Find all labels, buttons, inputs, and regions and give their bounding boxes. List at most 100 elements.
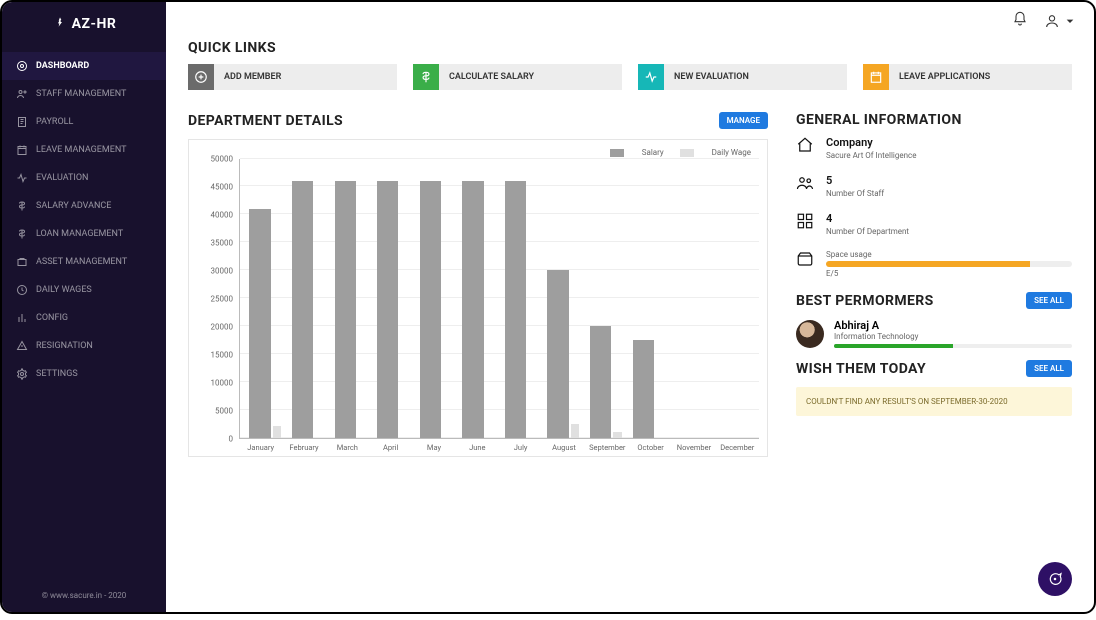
bar-salary	[292, 181, 313, 438]
x-label: January	[239, 439, 282, 452]
profile-icon[interactable]	[1044, 13, 1078, 29]
nav-label: RESIGNATION	[36, 341, 93, 351]
y-tick: 0	[229, 434, 234, 443]
nav-icon	[16, 88, 28, 100]
staff-count: 5	[826, 174, 884, 187]
nav-icon	[16, 172, 28, 184]
bar-group	[542, 159, 585, 438]
avatar	[796, 320, 824, 348]
bar-salary	[462, 181, 483, 438]
space-usage: E/5	[826, 269, 1072, 278]
sidebar-footer: © www.sacure.in - 2020	[2, 583, 166, 612]
bar-salary	[590, 326, 611, 438]
x-label: August	[542, 439, 585, 452]
sidebar-item-dashboard[interactable]: DASHBOARD	[2, 52, 166, 80]
sidebar-item-loan-management[interactable]: LOAN MANAGEMENT	[2, 220, 166, 248]
sidebar-item-daily-wages[interactable]: DAILY WAGES	[2, 276, 166, 304]
x-label: May	[412, 439, 455, 452]
x-label: November	[672, 439, 715, 452]
nav-icon	[16, 144, 28, 156]
nav-icon	[16, 116, 28, 128]
nav-icon	[16, 228, 28, 240]
nav-label: STAFF MANAGEMENT	[36, 89, 126, 99]
nav-icon	[16, 312, 28, 324]
x-label: April	[369, 439, 412, 452]
bar-group	[244, 159, 287, 438]
topbar	[166, 2, 1094, 40]
nav-label: SALARY ADVANCE	[36, 201, 111, 211]
wish-alert: COULDN'T FIND ANY RESULT'S ON SEPTEMBER-…	[796, 387, 1072, 416]
bar-daily-wage	[273, 426, 282, 437]
sidebar-item-staff-management[interactable]: STAFF MANAGEMENT	[2, 80, 166, 108]
see-all-performers-button[interactable]: SEE ALL	[1026, 292, 1072, 309]
quick-link-label: NEW EVALUATION	[664, 72, 749, 82]
info-staff: 5 Number Of Staff	[796, 174, 1072, 198]
nav-icon	[16, 256, 28, 268]
y-tick: 25000	[211, 294, 233, 303]
notification-icon[interactable]	[1012, 11, 1028, 31]
quick-link-label: LEAVE APPLICATIONS	[889, 72, 990, 82]
quick-link-calculate-salary[interactable]: CALCULATE SALARY	[413, 64, 622, 90]
legend-salary: Salary	[642, 148, 664, 157]
sidebar-item-leave-management[interactable]: LEAVE MANAGEMENT	[2, 136, 166, 164]
y-tick: 30000	[211, 266, 233, 275]
quick-links-title: QUICK LINKS	[188, 40, 1072, 56]
info-company: Company Sacure Art Of Intelligence	[796, 136, 1072, 160]
nav-label: PAYROLL	[36, 117, 73, 127]
x-label: July	[499, 439, 542, 452]
quick-link-icon	[638, 64, 664, 90]
sidebar-item-evaluation[interactable]: EVALUATION	[2, 164, 166, 192]
bar-group	[457, 159, 500, 438]
bar-group	[287, 159, 330, 438]
home-icon	[796, 136, 814, 154]
bar-salary	[335, 181, 356, 438]
sidebar-item-asset-management[interactable]: ASSET MANAGEMENT	[2, 248, 166, 276]
bar-salary	[633, 340, 654, 438]
nav-label: DAILY WAGES	[36, 285, 92, 295]
x-label: March	[326, 439, 369, 452]
sidebar-item-payroll[interactable]: PAYROLL	[2, 108, 166, 136]
bar-salary	[420, 181, 441, 438]
quick-link-new-evaluation[interactable]: NEW EVALUATION	[638, 64, 847, 90]
performer-progress	[834, 344, 1072, 348]
y-tick: 40000	[211, 210, 233, 219]
wish-today-title: WISH THEM TODAY	[796, 361, 926, 377]
bar-salary	[505, 181, 526, 438]
sidebar-item-config[interactable]: CONFIG	[2, 304, 166, 332]
space-label: Space usage	[826, 250, 1072, 259]
see-all-wish-button[interactable]: SEE ALL	[1026, 360, 1072, 377]
nav-icon	[16, 340, 28, 352]
manage-button[interactable]: MANAGE	[719, 112, 768, 129]
quick-link-add-member[interactable]: ADD MEMBER	[188, 64, 397, 90]
dept-count: 4	[826, 212, 909, 225]
nav-label: SETTINGS	[36, 369, 78, 379]
nav-icon	[16, 368, 28, 380]
performer-row: Abhiraj AInformation Technology	[796, 319, 1072, 348]
sidebar-item-resignation[interactable]: RESIGNATION	[2, 332, 166, 360]
sidebar-item-salary-advance[interactable]: SALARY ADVANCE	[2, 192, 166, 220]
quick-link-icon	[188, 64, 214, 90]
y-tick: 10000	[211, 378, 233, 387]
x-label: October	[629, 439, 672, 452]
y-tick: 5000	[215, 406, 233, 415]
nav-icon	[16, 60, 28, 72]
bar-group	[499, 159, 542, 438]
chat-fab[interactable]	[1038, 562, 1072, 596]
bar-group	[627, 159, 670, 438]
bar-group	[670, 159, 713, 438]
nav-label: LOAN MANAGEMENT	[36, 229, 123, 239]
sidebar-item-settings[interactable]: SETTINGS	[2, 360, 166, 388]
info-space: Space usage E/5	[796, 250, 1072, 278]
info-departments: 4 Number Of Department	[796, 212, 1072, 236]
sidebar: AZ-HR DASHBOARDSTAFF MANAGEMENTPAYROLLLE…	[2, 2, 166, 612]
legend-daily-wage: Daily Wage	[712, 148, 751, 157]
dept-label: Number Of Department	[826, 227, 909, 236]
bar-group	[585, 159, 628, 438]
nav-label: DASHBOARD	[36, 61, 89, 71]
y-tick: 35000	[211, 238, 233, 247]
space-progress	[826, 261, 1072, 267]
quick-link-leave-applications[interactable]: LEAVE APPLICATIONS	[863, 64, 1072, 90]
general-info-title: GENERAL INFORMATION	[796, 112, 1072, 128]
nav-icon	[16, 284, 28, 296]
bar-group	[712, 159, 755, 438]
